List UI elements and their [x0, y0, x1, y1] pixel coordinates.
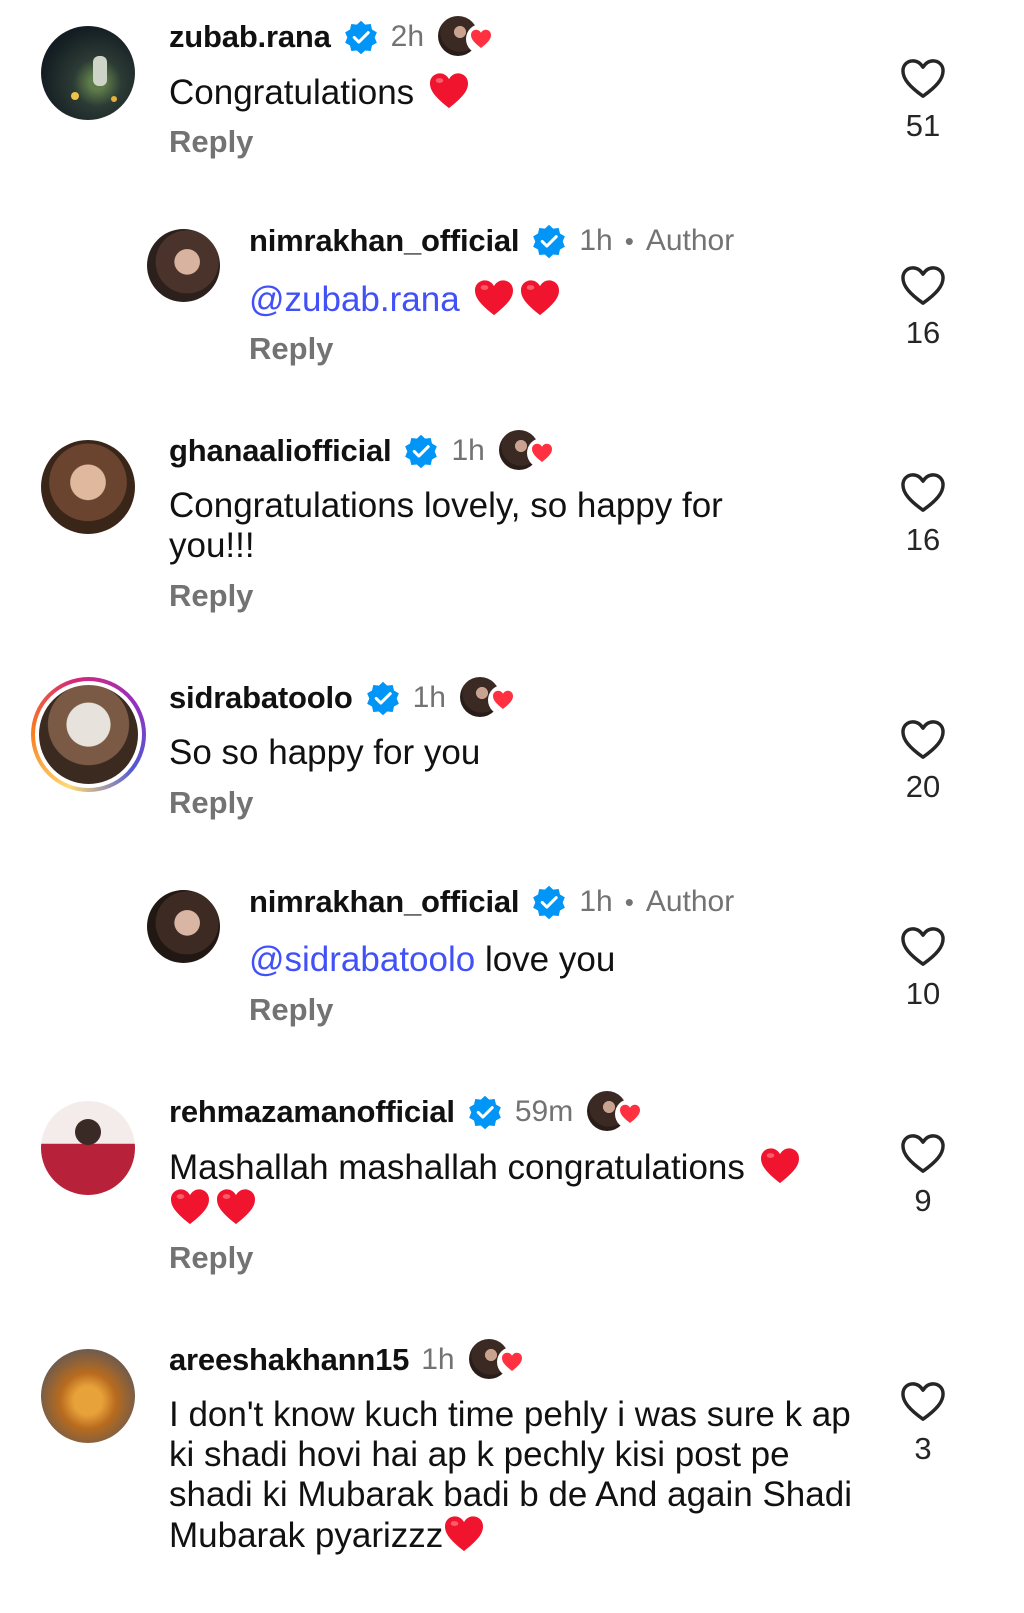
- avatar[interactable]: [147, 229, 220, 302]
- author-label: Author: [645, 885, 735, 918]
- like-control: 3: [898, 1381, 948, 1467]
- comment-body: [460, 280, 470, 319]
- red-heart-emoji: [428, 72, 470, 110]
- avatar[interactable]: [41, 440, 135, 534]
- liked-by-author-icon: [438, 16, 497, 58]
- timestamp: 1h: [421, 1343, 455, 1376]
- like-control: 20: [898, 719, 948, 805]
- red-heart-emoji: [215, 1188, 257, 1226]
- mention-link[interactable]: @zubab.rana: [249, 280, 460, 319]
- like-count[interactable]: 51: [898, 108, 948, 144]
- verified-badge-icon: [343, 19, 379, 55]
- comment-body: Congratulations: [169, 73, 424, 112]
- red-heart-emoji: [519, 279, 561, 317]
- red-heart-emoji: [473, 279, 515, 317]
- like-control: 16: [898, 265, 948, 351]
- reply-button[interactable]: Reply: [249, 331, 333, 367]
- username[interactable]: rehmazamanofficial: [169, 1094, 455, 1130]
- heart-outline-icon[interactable]: [900, 472, 946, 514]
- comment-text: Congratulations lovely, so happy for you…: [169, 486, 723, 565]
- like-control: 9: [898, 1133, 948, 1219]
- verified-badge-icon: [531, 223, 567, 259]
- like-control: 16: [898, 472, 948, 558]
- comment-text: @sidrabatoolo love you: [249, 940, 949, 980]
- like-count[interactable]: 10: [898, 976, 948, 1012]
- like-count[interactable]: 16: [898, 315, 948, 351]
- username[interactable]: sidrabatoolo: [169, 680, 353, 716]
- username[interactable]: zubab.rana: [169, 19, 331, 55]
- timestamp: 1h: [412, 681, 446, 714]
- liked-by-author-icon: [460, 677, 518, 719]
- like-count[interactable]: 16: [898, 522, 948, 558]
- comment-header: zubab.rana 2h: [169, 16, 497, 58]
- like-control: 10: [898, 926, 948, 1012]
- comment-text: I don't know kuch time pehly i was sure …: [169, 1395, 859, 1556]
- verified-badge-icon: [365, 680, 401, 716]
- comment-body: Mashallah mashallah congratulations: [169, 1148, 755, 1187]
- heart-outline-icon[interactable]: [900, 926, 946, 968]
- comment-header: rehmazamanofficial 59m: [169, 1091, 646, 1133]
- red-heart-emoji: [443, 1515, 485, 1553]
- timestamp: 2h: [390, 20, 425, 53]
- liked-by-author-icon: [468, 1339, 527, 1381]
- comment-header: areeshakhann15 1h: [169, 1339, 527, 1381]
- avatar-story-ring[interactable]: [31, 677, 146, 792]
- like-count[interactable]: 3: [898, 1431, 948, 1467]
- reply-button[interactable]: Reply: [169, 124, 253, 160]
- username[interactable]: ghanaaliofficial: [169, 433, 392, 469]
- timestamp: 59m: [514, 1095, 574, 1128]
- comment-header: ghanaaliofficial 1h: [169, 430, 557, 472]
- comment-body: I don't know kuch time pehly i was sure …: [169, 1395, 852, 1555]
- avatar[interactable]: [147, 890, 220, 963]
- heart-outline-icon[interactable]: [900, 58, 946, 100]
- red-heart-emoji: [169, 1188, 211, 1226]
- avatar[interactable]: [41, 26, 135, 120]
- separator-dot: •: [624, 886, 634, 917]
- like-count[interactable]: 9: [898, 1183, 948, 1219]
- author-label: Author: [645, 224, 735, 257]
- comment-text: @zubab.rana: [249, 279, 949, 320]
- username[interactable]: areeshakhann15: [169, 1342, 409, 1378]
- heart-outline-icon[interactable]: [900, 265, 946, 307]
- separator-dot: •: [624, 225, 634, 256]
- comment-body: love you: [475, 940, 616, 979]
- username[interactable]: nimrakhan_official: [249, 884, 520, 920]
- avatar[interactable]: [41, 1101, 135, 1195]
- reply-button[interactable]: Reply: [169, 578, 253, 614]
- username[interactable]: nimrakhan_official: [249, 223, 520, 259]
- like-control: 51: [898, 58, 948, 144]
- verified-badge-icon: [403, 433, 439, 469]
- liked-by-author-icon: [587, 1091, 646, 1133]
- comment-text: Congratulations: [169, 72, 869, 113]
- comment-text: So so happy for you: [169, 733, 481, 772]
- timestamp: 1h: [451, 434, 485, 467]
- like-count[interactable]: 20: [898, 769, 948, 805]
- liked-by-author-icon: [498, 430, 557, 472]
- comment-text: Mashallah mashallah congratulations: [169, 1147, 849, 1229]
- heart-outline-icon[interactable]: [900, 1133, 946, 1175]
- verified-badge-icon: [531, 884, 567, 920]
- reply-button[interactable]: Reply: [169, 1240, 253, 1276]
- reply-button[interactable]: Reply: [169, 785, 253, 821]
- comment-header: nimrakhan_official 1h • Author: [249, 884, 734, 920]
- mention-link[interactable]: @sidrabatoolo: [249, 940, 475, 979]
- comment-header: sidrabatoolo 1h: [169, 677, 518, 719]
- red-heart-emoji: [759, 1147, 801, 1185]
- comment-header: nimrakhan_official 1h • Author: [249, 223, 734, 259]
- reply-button[interactable]: Reply: [249, 992, 333, 1028]
- avatar[interactable]: [41, 1349, 135, 1443]
- timestamp: 1h: [579, 224, 613, 257]
- verified-badge-icon: [467, 1094, 503, 1130]
- heart-outline-icon[interactable]: [900, 1381, 946, 1423]
- timestamp: 1h: [579, 885, 613, 918]
- heart-outline-icon[interactable]: [900, 719, 946, 761]
